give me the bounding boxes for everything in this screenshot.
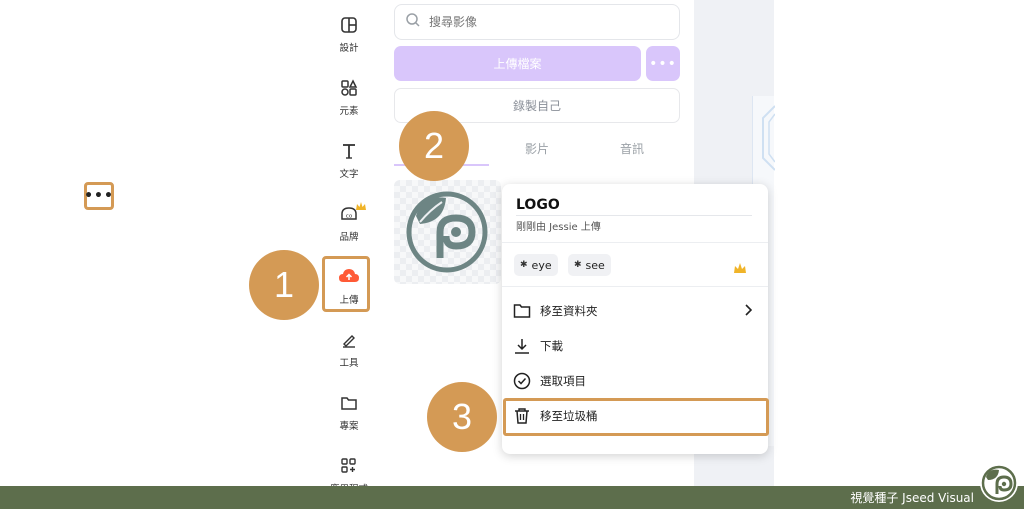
- search-box[interactable]: [394, 4, 680, 40]
- jseed-logo-icon: [980, 464, 1018, 502]
- step-2-badge: 2: [399, 111, 469, 181]
- nav-label: 工具: [339, 358, 359, 369]
- asset-name-field[interactable]: [516, 194, 752, 216]
- menu-item-label: 選取項目: [540, 374, 586, 388]
- text-icon: [338, 140, 360, 162]
- nav-item-text[interactable]: 文字: [318, 130, 380, 186]
- nav-label: 專案: [339, 421, 359, 432]
- page-decoration-icon: [762, 105, 775, 171]
- search-input[interactable]: [429, 15, 649, 29]
- tag-label: eye: [531, 258, 552, 272]
- tab-audio[interactable]: 音訊: [602, 132, 662, 164]
- tag-chip[interactable]: ✱ see: [568, 254, 611, 276]
- pen-tool-icon: [338, 329, 360, 351]
- crown-icon: [356, 195, 366, 214]
- nav-label: 品牌: [339, 232, 359, 243]
- trash-highlight-box: [503, 398, 769, 436]
- menu-item-label: 下載: [540, 339, 563, 353]
- leaf-eye-logo-icon: [406, 191, 488, 273]
- select-item[interactable]: 選取項目: [512, 366, 758, 396]
- nav-item-elements[interactable]: 元素: [318, 67, 380, 123]
- tag-label: see: [585, 258, 605, 272]
- folder-icon: [338, 392, 360, 414]
- layout-icon: [338, 14, 360, 36]
- download-icon: [512, 336, 532, 356]
- divider: [502, 286, 768, 287]
- chevron-right-icon: [744, 304, 753, 319]
- download-item[interactable]: 下載: [512, 331, 758, 361]
- step-3-badge: 3: [427, 382, 497, 452]
- apps-icon: [338, 455, 360, 477]
- folder-icon: [512, 301, 532, 321]
- nav-item-projects[interactable]: 專案: [318, 382, 380, 438]
- left-nav: 設計 元素 文字 co 品牌 上傳 工具 專案: [318, 0, 380, 495]
- more-options-button[interactable]: •••: [646, 46, 680, 81]
- nav-label: 設計: [339, 43, 359, 54]
- sparkle-icon: ✱: [520, 260, 528, 270]
- nav-label: 文字: [339, 169, 359, 180]
- footer-bar: 視覺種子 Jseed Visual: [0, 486, 1024, 509]
- uploaded-logo-thumbnail[interactable]: [394, 180, 501, 284]
- move-to-folder-item[interactable]: 移至資料夾: [512, 296, 758, 326]
- crown-icon: [734, 258, 746, 277]
- upload-file-button[interactable]: 上傳檔案: [394, 46, 641, 81]
- upload-highlight-box: [322, 256, 370, 312]
- footer-brand-text: 視覺種子 Jseed Visual: [850, 491, 974, 505]
- check-circle-icon: [512, 371, 532, 391]
- divider: [502, 242, 768, 243]
- search-icon: [405, 12, 421, 32]
- nav-item-design[interactable]: 設計: [318, 4, 380, 60]
- nav-label: 元素: [339, 106, 359, 117]
- step-1-badge: 1: [249, 250, 319, 320]
- tab-videos[interactable]: 影片: [507, 132, 567, 164]
- svg-text:co: co: [346, 214, 353, 220]
- tag-chip[interactable]: ✱ eye: [514, 254, 558, 276]
- sparkle-icon: ✱: [574, 260, 582, 270]
- thumbnail-more-button[interactable]: •••: [84, 182, 114, 210]
- nav-item-brand[interactable]: co 品牌: [318, 193, 380, 249]
- upload-info: 剛剛由 Jessie 上傳: [516, 222, 601, 233]
- menu-item-label: 移至資料夾: [540, 304, 598, 318]
- shapes-icon: [338, 77, 360, 99]
- nav-item-tools[interactable]: 工具: [318, 319, 380, 375]
